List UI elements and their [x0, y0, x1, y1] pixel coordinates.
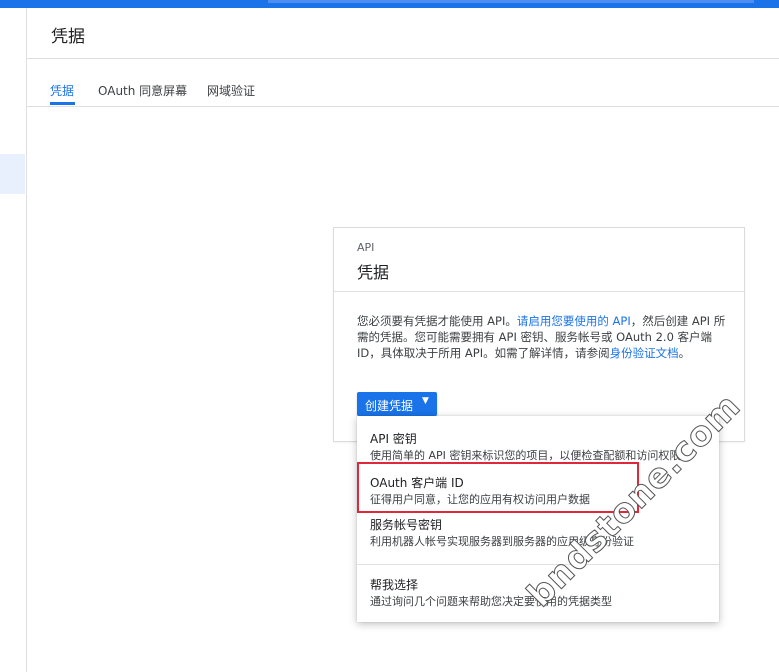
search-bar[interactable]: [268, 0, 754, 3]
auth-docs-link[interactable]: 身份验证文档: [610, 346, 679, 360]
create-credentials-label: 创建凭据: [365, 399, 414, 413]
menu-item-description: 征得用户同意，让您的应用有权访问用户数据: [370, 493, 590, 506]
tab-credentials[interactable]: 凭据: [50, 82, 74, 99]
nav-item-credentials[interactable]: [0, 154, 25, 194]
menu-item-title: OAuth 客户端 ID: [370, 476, 464, 490]
menu-item-title: 帮我选择: [370, 578, 419, 592]
menu-item-service-account-key[interactable]: 服务帐号密钥 利用机器人帐号实现服务器到服务器的应用级身份验证: [357, 516, 719, 550]
tab-bar: 凭据 OAuth 同意屏幕 网域验证: [27, 58, 779, 107]
description-text-1: 您必须要有凭据才能使用 API。: [357, 314, 517, 328]
create-credentials-button[interactable]: 创建凭据 ▼: [357, 392, 437, 416]
left-navigation: [0, 8, 27, 672]
menu-divider: [357, 564, 719, 565]
card-overline: API: [357, 241, 375, 254]
dropdown-caret-icon: ▼: [422, 396, 429, 406]
description-text-3: 。: [678, 346, 691, 360]
top-app-bar: [0, 0, 779, 8]
card-description: 您必须要有凭据才能使用 API。请启用您要使用的 API，然后创建 API 所需…: [357, 313, 727, 361]
page-title: 凭据: [51, 27, 85, 47]
card-divider: [334, 291, 744, 292]
enable-api-link[interactable]: 请启用您要使用的 API: [517, 314, 631, 328]
page-header: 凭据: [27, 8, 779, 59]
menu-item-description: 通过询问几个问题来帮助您决定要使用的凭据类型: [370, 595, 612, 608]
menu-item-description: 使用简单的 API 密钥来标识您的项目，以便检查配额和访问权限: [370, 449, 681, 462]
tab-oauth-consent-screen[interactable]: OAuth 同意屏幕: [98, 82, 187, 99]
tab-domain-verification[interactable]: 网域验证: [207, 82, 255, 99]
menu-item-title: 服务帐号密钥: [370, 518, 443, 532]
active-tab-indicator: [50, 102, 75, 105]
card-title: 凭据: [357, 263, 390, 282]
menu-item-title: API 密钥: [370, 432, 417, 446]
